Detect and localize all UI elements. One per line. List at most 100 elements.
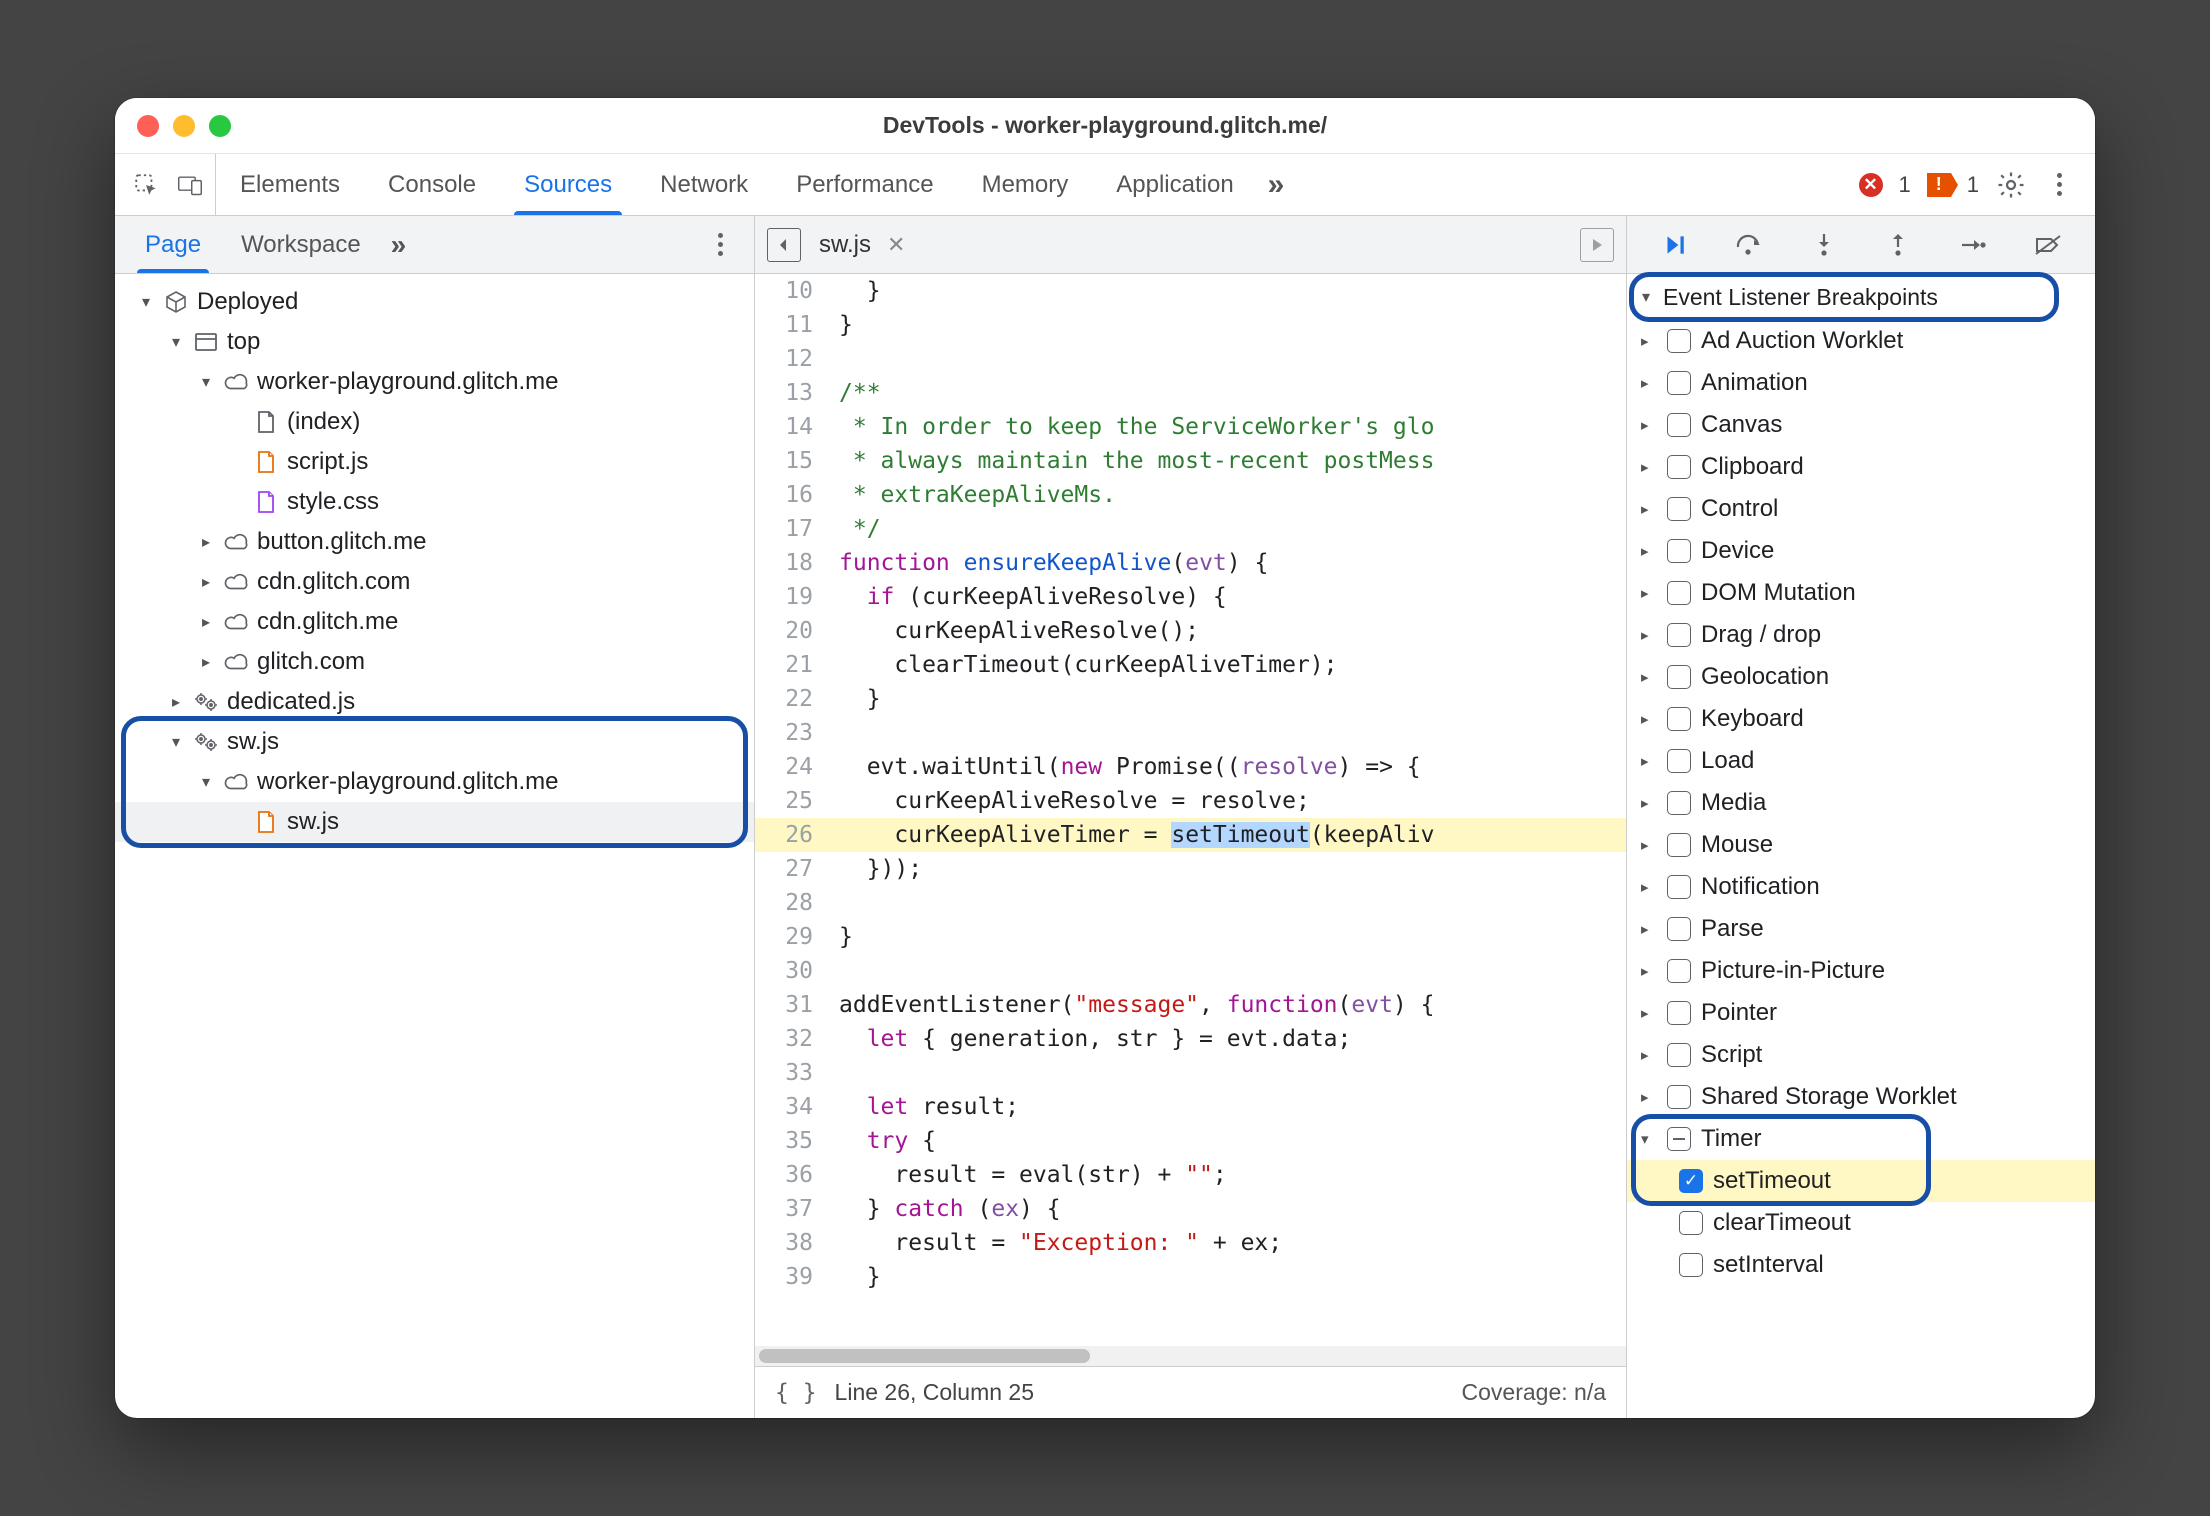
event-listener-breakpoints-header[interactable]: Event Listener Breakpoints	[1627, 274, 2095, 320]
line-number[interactable]: 33	[755, 1056, 827, 1090]
code-content[interactable]: * In order to keep the ServiceWorker's g…	[827, 410, 1626, 444]
code-content[interactable]: result = "Exception: " + ex;	[827, 1226, 1626, 1260]
breakpoint-category-keyboard[interactable]: ▸Keyboard	[1627, 698, 2095, 740]
code-content[interactable]: */	[827, 512, 1626, 546]
line-number[interactable]: 32	[755, 1022, 827, 1056]
checkbox[interactable]	[1679, 1211, 1703, 1235]
code-line-23[interactable]: 23	[755, 716, 1626, 750]
line-number[interactable]: 37	[755, 1192, 827, 1226]
code-line-15[interactable]: 15 * always maintain the most-recent pos…	[755, 444, 1626, 478]
disclosure-triangle-icon[interactable]: ▸	[1641, 752, 1657, 770]
tree-item-top[interactable]: top	[115, 322, 754, 362]
code-line-28[interactable]: 28	[755, 886, 1626, 920]
disclosure-triangle-icon[interactable]	[197, 372, 215, 392]
breakpoint-item-setinterval[interactable]: setInterval	[1627, 1244, 2095, 1286]
code-content[interactable]: curKeepAliveTimer = setTimeout(keepAliv	[827, 818, 1626, 852]
code-content[interactable]: evt.waitUntil(new Promise((resolve) => {	[827, 750, 1626, 784]
code-line-11[interactable]: 11}	[755, 308, 1626, 342]
disclosure-triangle-icon[interactable]: ▸	[1641, 416, 1657, 434]
code-line-20[interactable]: 20 curKeepAliveResolve();	[755, 614, 1626, 648]
line-number[interactable]: 19	[755, 580, 827, 614]
code-content[interactable]	[827, 886, 1626, 920]
code-line-30[interactable]: 30	[755, 954, 1626, 988]
code-line-16[interactable]: 16 * extraKeepAliveMs.	[755, 478, 1626, 512]
disclosure-triangle-icon[interactable]: ▸	[1641, 1088, 1657, 1106]
line-number[interactable]: 36	[755, 1158, 827, 1192]
line-number[interactable]: 17	[755, 512, 827, 546]
toggle-navigator-icon[interactable]	[767, 228, 801, 262]
checkbox[interactable]	[1667, 1043, 1691, 1067]
code-line-14[interactable]: 14 * In order to keep the ServiceWorker'…	[755, 410, 1626, 444]
breakpoint-item-cleartimeout[interactable]: clearTimeout	[1627, 1202, 2095, 1244]
close-window-button[interactable]	[137, 115, 159, 137]
tree-item-style-css[interactable]: style.css	[115, 482, 754, 522]
code-content[interactable]: clearTimeout(curKeepAliveTimer);	[827, 648, 1626, 682]
checkbox[interactable]	[1667, 665, 1691, 689]
code-line-29[interactable]: 29}	[755, 920, 1626, 954]
code-content[interactable]: }	[827, 1260, 1626, 1294]
code-content[interactable]: if (curKeepAliveResolve) {	[827, 580, 1626, 614]
code-content[interactable]	[827, 716, 1626, 750]
breakpoint-category-timer[interactable]: ▾Timer	[1627, 1118, 2095, 1160]
code-content[interactable]	[827, 342, 1626, 376]
errors-count[interactable]: 1	[1899, 172, 1911, 198]
checkbox[interactable]	[1667, 539, 1691, 563]
breakpoint-category-mouse[interactable]: ▸Mouse	[1627, 824, 2095, 866]
line-number[interactable]: 10	[755, 274, 827, 308]
breakpoint-category-ad-auction-worklet[interactable]: ▸Ad Auction Worklet	[1627, 320, 2095, 362]
code-line-17[interactable]: 17 */	[755, 512, 1626, 546]
disclosure-triangle-icon[interactable]: ▸	[1641, 962, 1657, 980]
code-line-37[interactable]: 37 } catch (ex) {	[755, 1192, 1626, 1226]
breakpoint-category-clipboard[interactable]: ▸Clipboard	[1627, 446, 2095, 488]
checkbox[interactable]	[1667, 749, 1691, 773]
issues-count[interactable]: 1	[1967, 172, 1979, 198]
disclosure-triangle-icon[interactable]: ▸	[1641, 794, 1657, 812]
line-number[interactable]: 18	[755, 546, 827, 580]
code-line-35[interactable]: 35 try {	[755, 1124, 1626, 1158]
code-line-10[interactable]: 10 }	[755, 274, 1626, 308]
code-content[interactable]	[827, 954, 1626, 988]
breakpoint-category-load[interactable]: ▸Load	[1627, 740, 2095, 782]
breakpoint-item-settimeout[interactable]: ✓setTimeout	[1627, 1160, 2095, 1202]
tree-item-worker-playground-glitch-me[interactable]: worker-playground.glitch.me	[115, 762, 754, 802]
line-number[interactable]: 25	[755, 784, 827, 818]
code-line-38[interactable]: 38 result = "Exception: " + ex;	[755, 1226, 1626, 1260]
resume-icon[interactable]	[1654, 225, 1694, 265]
navigator-tab-workspace[interactable]: Workspace	[221, 216, 381, 273]
line-number[interactable]: 31	[755, 988, 827, 1022]
settings-gear-icon[interactable]	[1995, 169, 2027, 201]
code-line-36[interactable]: 36 result = eval(str) + "";	[755, 1158, 1626, 1192]
line-number[interactable]: 28	[755, 886, 827, 920]
checkbox[interactable]	[1667, 413, 1691, 437]
checkbox[interactable]	[1667, 1001, 1691, 1025]
step-icon[interactable]	[1953, 225, 1993, 265]
checkbox[interactable]	[1679, 1253, 1703, 1277]
code-line-32[interactable]: 32 let { generation, str } = evt.data;	[755, 1022, 1626, 1056]
code-content[interactable]: result = eval(str) + "";	[827, 1158, 1626, 1192]
navigator-more-icon[interactable]: »	[381, 216, 417, 273]
disclosure-triangle-icon[interactable]: ▸	[1641, 1004, 1657, 1022]
checkbox[interactable]	[1667, 833, 1691, 857]
line-number[interactable]: 34	[755, 1090, 827, 1124]
code-content[interactable]: addEventListener("message", function(evt…	[827, 988, 1626, 1022]
disclosure-triangle-icon[interactable]	[197, 612, 215, 632]
main-tab-sources[interactable]: Sources	[500, 154, 636, 215]
disclosure-triangle-icon[interactable]	[167, 332, 185, 352]
line-number[interactable]: 23	[755, 716, 827, 750]
line-number[interactable]: 27	[755, 852, 827, 886]
disclosure-triangle-icon[interactable]: ▸	[1641, 836, 1657, 854]
disclosure-triangle-icon[interactable]	[167, 732, 185, 752]
line-number[interactable]: 26	[755, 818, 827, 852]
tree-item-glitch-com[interactable]: glitch.com	[115, 642, 754, 682]
line-number[interactable]: 16	[755, 478, 827, 512]
main-tab-console[interactable]: Console	[364, 154, 500, 215]
line-number[interactable]: 20	[755, 614, 827, 648]
code-line-26[interactable]: 26 curKeepAliveTimer = setTimeout(keepAl…	[755, 818, 1626, 852]
tree-item-sw-js[interactable]: sw.js	[115, 722, 754, 762]
navigator-tab-page[interactable]: Page	[125, 216, 221, 273]
code-line-27[interactable]: 27 }));	[755, 852, 1626, 886]
breakpoint-category-canvas[interactable]: ▸Canvas	[1627, 404, 2095, 446]
disclosure-triangle-icon[interactable]: ▸	[1641, 1046, 1657, 1064]
editor-horizontal-scrollbar[interactable]	[755, 1346, 1626, 1366]
breakpoint-category-pointer[interactable]: ▸Pointer	[1627, 992, 2095, 1034]
